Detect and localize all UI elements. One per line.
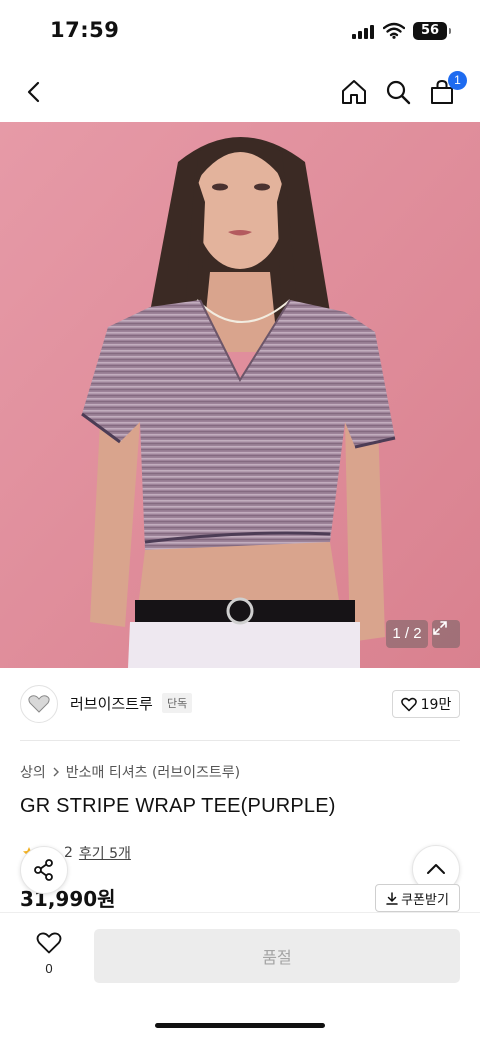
wishlist-button[interactable]: 0 xyxy=(28,931,70,976)
heart-icon xyxy=(400,697,417,711)
cart-count-badge: 1 xyxy=(448,71,467,90)
cellular-signal-icon xyxy=(352,25,374,39)
breadcrumb-subcategory[interactable]: 반소매 티셔츠 (러브이즈트루) xyxy=(66,762,240,782)
wifi-icon xyxy=(383,22,405,39)
divider xyxy=(20,740,460,741)
status-bar: 17:59 56 xyxy=(0,0,480,62)
expand-icon xyxy=(433,621,447,635)
chevron-up-icon xyxy=(427,864,445,874)
image-page-indicator: 1 / 2 xyxy=(386,620,428,648)
share-icon xyxy=(34,859,53,881)
cart-button[interactable]: 1 xyxy=(424,71,467,110)
brand-like-count: 19만 xyxy=(420,697,452,713)
search-button[interactable] xyxy=(380,74,416,110)
exclusive-badge: 단독 xyxy=(162,693,193,713)
sold-out-button[interactable]: 품절 xyxy=(94,929,460,983)
brand-like-button[interactable]: 19만 xyxy=(392,690,460,718)
product-image-gallery[interactable]: 1 / 2 xyxy=(0,122,480,668)
product-title: GR STRIPE WRAP TEE(PURPLE) xyxy=(20,795,336,817)
product-photo xyxy=(0,122,480,668)
download-icon xyxy=(386,891,398,905)
expand-image-button[interactable] xyxy=(432,620,460,648)
bottom-action-bar: 0 품절 xyxy=(0,912,480,1038)
home-button[interactable] xyxy=(336,74,372,110)
brand-logo[interactable] xyxy=(20,685,58,723)
heart-icon xyxy=(36,932,62,954)
back-button[interactable] xyxy=(16,74,52,110)
brand-row: 러브이즈트루 단독 19만 xyxy=(0,668,480,740)
breadcrumb: 상의 반소매 티셔츠 (러브이즈트루) xyxy=(20,762,240,782)
home-indicator xyxy=(155,1023,325,1028)
battery-indicator: 56 xyxy=(413,22,451,40)
search-icon xyxy=(386,80,411,105)
heart-logo-icon xyxy=(28,695,50,713)
coupon-button[interactable]: 쿠폰받기 xyxy=(375,884,460,912)
chevron-right-icon xyxy=(53,767,59,777)
brand-name[interactable]: 러브이즈트루 xyxy=(70,693,153,714)
status-time: 17:59 xyxy=(50,18,120,42)
chevron-left-icon xyxy=(27,81,40,103)
top-nav-bar: 1 xyxy=(0,62,480,122)
wishlist-count: 0 xyxy=(45,961,53,976)
share-button[interactable] xyxy=(20,846,68,894)
review-link[interactable]: 후기 5개 xyxy=(79,843,131,863)
home-icon xyxy=(342,80,366,104)
coupon-label: 쿠폰받기 xyxy=(401,892,449,908)
breadcrumb-category[interactable]: 상의 xyxy=(20,762,46,782)
